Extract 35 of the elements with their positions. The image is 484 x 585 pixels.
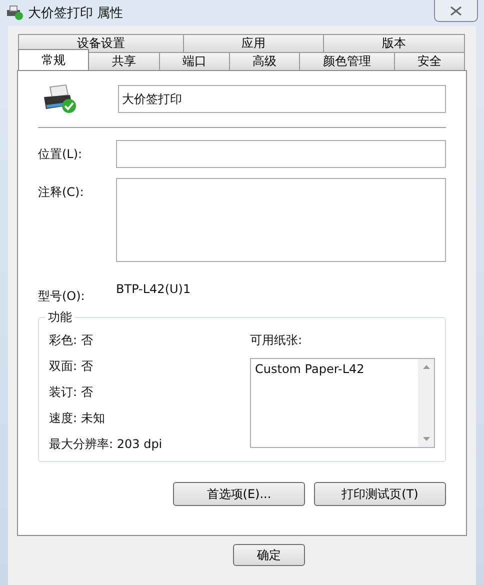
feature-text: 彩色: 否	[49, 332, 94, 349]
field-label: 型号(O):	[38, 288, 86, 305]
feature-text: 装订: 否	[49, 384, 94, 401]
scrollbar[interactable]	[418, 359, 434, 447]
paper-item[interactable]: Custom Paper-L42	[255, 362, 414, 376]
tab[interactable]: 共享	[88, 52, 160, 70]
close-icon	[450, 6, 462, 16]
location-field[interactable]	[116, 140, 446, 168]
panel-button[interactable]: 首选项(E)...	[173, 482, 305, 506]
close-button[interactable]	[434, 0, 478, 22]
feature-text: 最大分辨率: 203 dpi	[49, 436, 164, 453]
window-title: 大价签打印 属性	[28, 5, 124, 22]
tab[interactable]: 颜色管理	[299, 52, 395, 70]
panel-button[interactable]: 打印测试页(T)	[314, 482, 446, 506]
tab[interactable]: 安全	[394, 52, 465, 70]
printer-icon	[6, 5, 24, 21]
comment-field[interactable]	[116, 178, 446, 262]
down-arrow-icon[interactable]	[422, 437, 430, 441]
tab[interactable]: 高级	[228, 52, 300, 70]
model-value: BTP-L42(U)1	[116, 282, 191, 298]
printer-icon	[42, 83, 78, 115]
tab[interactable]: 端口	[158, 52, 230, 70]
up-arrow-icon[interactable]	[422, 365, 430, 369]
field-label: 注释(C):	[38, 184, 85, 201]
tab[interactable]: 常规	[18, 49, 90, 70]
paper-label: 可用纸张:	[250, 332, 304, 349]
tab[interactable]: 版本	[323, 34, 466, 52]
tab[interactable]: 应用	[182, 34, 324, 52]
feature-text: 速度: 未知	[49, 410, 106, 427]
field-label: 位置(L):	[38, 146, 84, 163]
tab[interactable]: 设备设置	[18, 34, 184, 52]
paper-list[interactable]: Custom Paper-L42	[250, 358, 435, 448]
printer-name-field[interactable]: 大价签打印	[118, 85, 446, 113]
feature-text: 双面: 否	[49, 358, 94, 375]
ok-button[interactable]: 确定	[233, 544, 305, 566]
